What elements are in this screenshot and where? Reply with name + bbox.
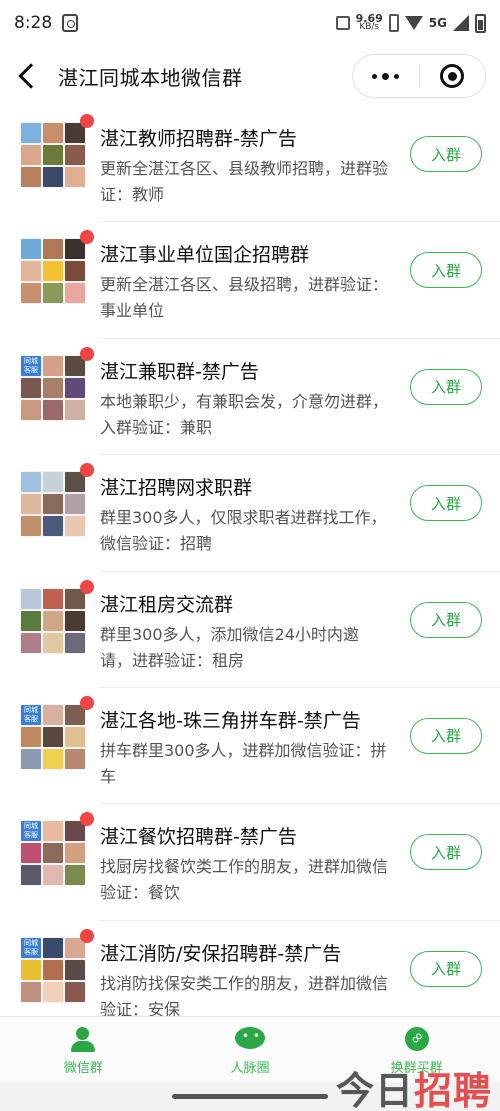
group-avatar: [20, 587, 86, 654]
join-group-button[interactable]: 入群: [410, 950, 482, 987]
group-title: 湛江各地-珠三角拼车群-禁广告: [100, 709, 361, 732]
tab-label: 微信群: [63, 1061, 103, 1076]
status-time: 8:28: [14, 13, 53, 33]
network-type: 5G: [428, 16, 447, 30]
hd-icon: [388, 14, 399, 32]
chat-icon: [235, 1027, 265, 1053]
group-description: 更新全湛江各区、县级教师招聘，进群验证：教师: [100, 159, 389, 204]
group-list-item[interactable]: 同城 客服 湛江兼职群-禁广告本地兼职少，有兼职会发，介意勿进群，入群验证：兼职 入群: [0, 339, 500, 456]
status-indicators: 9.69 KB/s 5G: [335, 13, 486, 33]
group-description: 找消防找保安类工作的朋友，进群加微信验证：安保: [100, 973, 389, 1019]
group-description: 群里300多人，仅限求职者进群找工作，微信验证：招聘: [100, 508, 387, 554]
tab-bar: 微信群 人脉圈 换群买群: [0, 1016, 500, 1082]
group-description: 群里300多人，添加微信24小时内邀请，进群验证：租房: [100, 624, 359, 670]
join-group-button[interactable]: 入群: [410, 834, 482, 871]
group-description: 拼车群里300多人，进群加微信验证：拼车: [100, 740, 387, 786]
unread-dot: [80, 114, 94, 128]
group-avatar: 同城 客服: [20, 354, 86, 421]
group-list-item[interactable]: 湛江教师招聘群-禁广告更新全湛江各区、县级教师招聘，进群验证：教师 入群: [0, 106, 500, 223]
home-indicator[interactable]: [172, 1094, 328, 1099]
group-icon: [69, 1027, 97, 1053]
group-title: 湛江餐饮招聘群-禁广告: [100, 826, 297, 849]
group-description: 找厨房找餐饮类工作的朋友，进群加微信验证：餐饮: [100, 857, 389, 903]
group-description: 本地兼职少，有兼职会发，介意勿进群，入群验证：兼职: [100, 391, 389, 437]
group-title: 湛江兼职群-禁广告: [100, 360, 259, 383]
gesture-area: [0, 1082, 500, 1111]
wifi-icon: [404, 16, 423, 30]
status-bar: 8:28 9.69 KB/s 5G: [0, 0, 500, 46]
join-group-button[interactable]: 入群: [410, 485, 482, 522]
join-group-button[interactable]: 入群: [410, 601, 482, 638]
unread-dot: [80, 812, 94, 827]
unread-dot: [80, 230, 94, 245]
tab-contacts-circle[interactable]: 人脉圈: [167, 1017, 334, 1082]
group-list-item[interactable]: 湛江租房交流群群里300多人，添加微信24小时内邀请，进群验证：租房 入群: [0, 572, 500, 688]
back-icon[interactable]: [18, 63, 44, 89]
tab-label: 换群买群: [390, 1061, 443, 1076]
join-group-button[interactable]: 入群: [410, 368, 482, 405]
group-description: 更新全湛江各区、县级招聘，进群验证：事业单位: [100, 275, 389, 321]
network-speed-unit: KB/s: [359, 22, 380, 32]
join-group-button[interactable]: 入群: [410, 136, 482, 172]
join-group-button[interactable]: 入群: [410, 717, 482, 754]
group-list-item[interactable]: 同城 客服 湛江各地-珠三角拼车群-禁广告拼车群里300多人，进群加微信验证：拼车入…: [0, 688, 500, 805]
group-avatar: 同城 客服: [20, 703, 86, 770]
group-avatar: [20, 122, 86, 188]
join-group-button[interactable]: 入群: [410, 252, 482, 289]
group-title: 湛江租房交流群: [100, 593, 234, 616]
group-avatar: [20, 471, 86, 538]
group-list-item[interactable]: 湛江招聘网求职群群里300多人，仅限求职者进群找工作，微信验证：招聘 入群: [0, 455, 500, 572]
screenshot-icon: [62, 14, 79, 32]
group-title: 湛江事业单位国企招聘群: [100, 244, 310, 267]
close-miniprogram-icon[interactable]: [420, 64, 486, 88]
group-avatar: 同城 客服: [20, 936, 86, 1003]
tab-label: 人脉圈: [230, 1061, 270, 1076]
vibrate-icon: [335, 16, 350, 30]
unread-dot: [80, 346, 94, 361]
nav-header: 湛江同城本地微信群: [0, 46, 500, 106]
link-icon: [403, 1027, 431, 1053]
miniprogram-capsule: [352, 54, 486, 98]
group-title: 湛江教师招聘群-禁广告: [100, 128, 297, 150]
group-avatar: [20, 238, 86, 305]
tab-trade-groups[interactable]: 换群买群: [333, 1017, 500, 1082]
network-speed: 9.69 KB/s: [356, 13, 383, 32]
page-title: 湛江同城本地微信群: [58, 65, 243, 90]
unread-dot: [80, 928, 94, 943]
more-menu-icon[interactable]: [353, 72, 419, 80]
group-list-item[interactable]: 湛江事业单位国企招聘群更新全湛江各区、县级招聘，进群验证：事业单位 入群: [0, 222, 500, 339]
tab-wechat-groups[interactable]: 微信群: [0, 1017, 167, 1082]
signal-icon: [453, 15, 469, 31]
group-list-item[interactable]: 同城 客服 湛江餐饮招聘群-禁广告找厨房找餐饮类工作的朋友，进群加微信验证：餐饮 入群: [0, 804, 500, 921]
group-title: 湛江招聘网求职群: [100, 477, 253, 500]
unread-dot: [80, 579, 94, 594]
unread-dot: [80, 695, 94, 710]
unread-dot: [80, 463, 94, 478]
group-avatar: 同城 客服: [20, 820, 86, 887]
battery-icon: [475, 13, 486, 33]
group-list: 湛江教师招聘群-禁广告 更新全湛江各区、县级教师招聘，进群验证：教师 入群 湛江事业单…: [0, 106, 500, 1038]
group-title: 湛江消防/安保招聘群-禁广告: [100, 942, 342, 965]
